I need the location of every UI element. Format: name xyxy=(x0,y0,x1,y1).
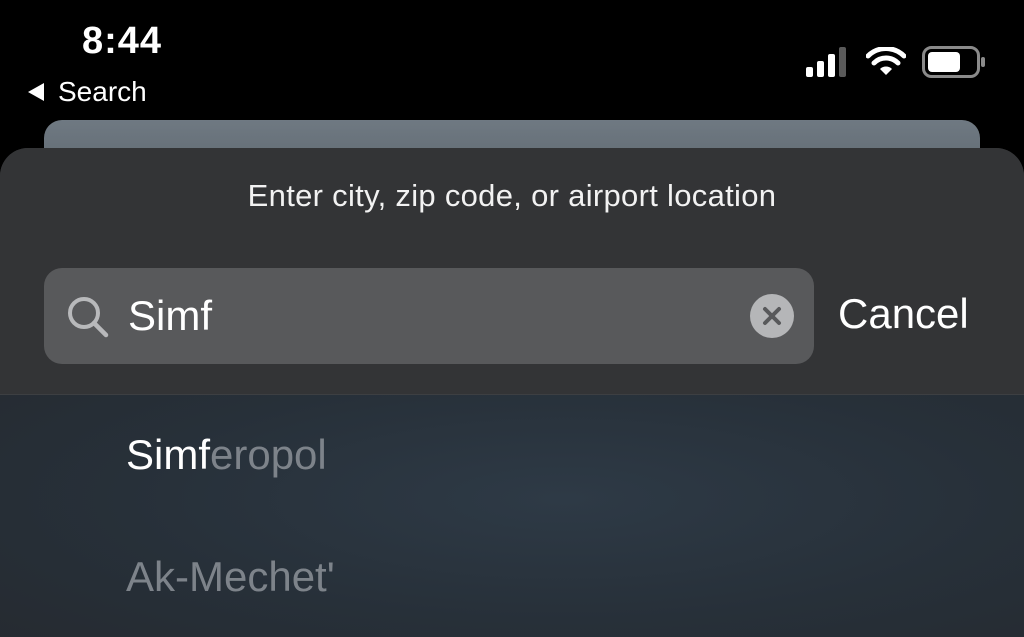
search-result-simferopol[interactable]: Simferopol xyxy=(126,431,327,479)
cancel-button[interactable]: Cancel xyxy=(838,290,969,338)
location-search-sheet: Enter city, zip code, or airport locatio… xyxy=(0,148,1024,637)
back-arrow-icon xyxy=(28,83,44,101)
wifi-icon xyxy=(866,47,906,75)
weather-location-search-screen: 8:44 Search Enter city, zip code, or air… xyxy=(0,0,1024,637)
search-input[interactable] xyxy=(128,290,728,342)
clear-search-button[interactable] xyxy=(750,294,794,338)
signal-icon xyxy=(806,47,846,77)
search-result-ak-mechet[interactable]: Ak-Mechet' xyxy=(126,553,335,601)
status-bar: 8:44 Search xyxy=(0,0,1024,118)
search-field[interactable] xyxy=(44,268,814,364)
back-link-label: Search xyxy=(58,76,147,107)
search-results-list: Simferopol Ak-Mechet' xyxy=(0,395,1024,637)
back-to-search-link[interactable]: Search xyxy=(28,76,147,108)
result-match-text: Simf xyxy=(126,431,210,478)
status-icons xyxy=(806,46,988,78)
battery-icon xyxy=(922,46,985,78)
search-sheet-header: Enter city, zip code, or airport locatio… xyxy=(0,148,1024,394)
result-rest-text: Ak-Mechet' xyxy=(126,553,335,600)
result-rest-text: eropol xyxy=(210,431,327,478)
clock-time: 8:44 xyxy=(82,20,163,62)
search-prompt: Enter city, zip code, or airport locatio… xyxy=(247,178,777,213)
clear-x-icon xyxy=(763,307,781,325)
search-icon xyxy=(68,297,109,338)
search-row: Cancel xyxy=(44,268,984,364)
